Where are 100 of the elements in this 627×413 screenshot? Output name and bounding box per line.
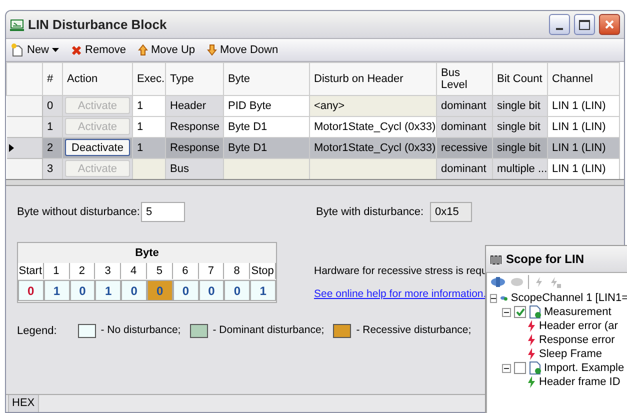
legend-text: - Recessive disturbance; xyxy=(356,322,472,338)
down-arrow-icon xyxy=(207,44,218,56)
table-cell: LIN 1 (LIN) xyxy=(548,116,620,138)
table-cell: dominant xyxy=(436,158,492,179)
bit-value: 1 xyxy=(104,282,112,300)
tree-item[interactable]: Header frame ID xyxy=(539,374,620,390)
close-icon xyxy=(604,19,615,30)
new-button[interactable]: New xyxy=(10,42,60,58)
window-title: LIN Disturbance Block xyxy=(28,16,167,34)
column-label: 7 xyxy=(198,263,224,279)
column-label: 6 xyxy=(172,263,199,279)
signal-icon xyxy=(490,254,503,264)
checkbox[interactable] xyxy=(514,306,526,318)
toolbar-button[interactable]: Remove xyxy=(71,42,126,58)
grid-title: Byte xyxy=(134,246,160,261)
column-header[interactable]: Channel xyxy=(548,62,620,96)
close-button[interactable] xyxy=(599,14,620,35)
table-cell: dominant xyxy=(436,116,492,138)
bit-value: 0 xyxy=(156,282,164,300)
table-cell: 1 xyxy=(132,96,166,116)
column-label: 2 xyxy=(70,263,96,279)
table-cell: 1 xyxy=(42,116,62,138)
table-cell: <any> xyxy=(310,96,436,116)
table-cell: Response xyxy=(166,138,224,158)
legend-text: - Dominant disturbance; xyxy=(212,322,324,338)
window-title: Scope for LIN xyxy=(506,251,584,268)
table-cell: Response xyxy=(166,116,224,138)
table-cell: Motor1State_Cycl (0x33) xyxy=(310,138,436,158)
help-link[interactable]: See online help for more information. xyxy=(314,286,486,302)
toolbar-button[interactable]: Move Up xyxy=(138,42,196,58)
table-cell: multiple ... xyxy=(492,158,548,179)
legend-text: - No disturbance; xyxy=(100,322,181,338)
checkbox[interactable] xyxy=(514,362,526,374)
expander-icon[interactable] xyxy=(490,294,497,302)
toolbar-button[interactable]: Move Down xyxy=(207,42,278,58)
dropdown-caret-icon xyxy=(52,48,60,52)
column-header[interactable]: Bit Count xyxy=(492,62,548,96)
minimize-button[interactable] xyxy=(549,14,570,35)
table-cell: 0 xyxy=(42,96,62,116)
bit-value: 0 xyxy=(182,282,190,300)
table-cell: LIN 1 (LIN) xyxy=(548,138,620,158)
table-cell: dominant xyxy=(436,96,492,116)
column-label: 4 xyxy=(121,263,147,279)
table-cell: Header xyxy=(166,96,224,116)
table-cell: Bus xyxy=(166,158,224,179)
status-tab[interactable]: HEX xyxy=(8,395,39,412)
table-cell: Byte D1 xyxy=(224,116,310,138)
table-cell: 1 xyxy=(132,116,166,138)
table-cell: 2 xyxy=(42,138,62,158)
maximize-button[interactable] xyxy=(574,14,595,35)
column-label: 1 xyxy=(44,263,70,279)
table-cell: single bit xyxy=(492,116,548,138)
table-cell: Motor1State_Cycl (0x33) xyxy=(310,116,436,138)
tree-item[interactable]: Header error (ar xyxy=(539,318,618,334)
column-header[interactable]: Disturb on Header xyxy=(310,62,436,96)
bit-value: 0 xyxy=(234,282,241,300)
bit-value: 0 xyxy=(130,282,138,300)
bit-value: 0 xyxy=(79,282,86,300)
byte-input-field[interactable]: 5 xyxy=(141,202,185,222)
lightning-icon xyxy=(526,376,536,388)
table-cell: 1 xyxy=(132,138,166,158)
table-cell: single bit xyxy=(492,96,548,116)
column-label: 8 xyxy=(224,263,250,279)
lightning-icon xyxy=(526,348,536,360)
action-button[interactable]: Deactivate xyxy=(65,139,130,156)
column-header[interactable]: # xyxy=(42,62,62,96)
connect-icon[interactable] xyxy=(490,276,506,288)
column-header[interactable]: Exec. xyxy=(132,62,166,96)
bit-value: 1 xyxy=(53,282,60,300)
expander-icon[interactable] xyxy=(502,308,511,316)
bit-value: 1 xyxy=(260,282,266,300)
tree-item[interactable]: Import. Example xyxy=(544,360,624,376)
column-header[interactable]: Bus Level xyxy=(436,62,492,96)
field-label: Byte with disturbance: xyxy=(316,204,425,220)
tree-item[interactable]: Response error xyxy=(539,332,615,348)
new-document-icon xyxy=(10,43,24,57)
table-cell: LIN 1 (LIN) xyxy=(548,96,620,116)
expander-icon[interactable] xyxy=(502,364,511,372)
table-cell: PID Byte xyxy=(224,96,310,116)
column-header[interactable]: Type xyxy=(166,62,224,96)
tree-item[interactable]: Measurement xyxy=(544,304,612,320)
table-cell: Byte D1 xyxy=(224,138,310,158)
table-cell: recessive xyxy=(436,138,492,158)
lightning-icon xyxy=(526,334,536,346)
column-label: Start xyxy=(18,263,44,279)
column-label: Stop xyxy=(250,263,276,279)
column-header[interactable]: Byte xyxy=(224,62,310,96)
legend-label: Legend: xyxy=(17,324,57,338)
bit-value: 0 xyxy=(208,282,215,300)
column-label: 5 xyxy=(146,263,173,279)
table-cell: single bit xyxy=(492,138,548,158)
bit-value: 0 xyxy=(28,282,34,300)
tree-item[interactable]: Sleep Frame xyxy=(539,346,602,362)
table-cell: LIN 1 (LIN) xyxy=(548,158,620,179)
column-header[interactable]: Action xyxy=(62,62,132,96)
up-arrow-icon xyxy=(138,44,148,56)
table-cell: 3 xyxy=(42,158,62,179)
column-label: 3 xyxy=(95,263,122,279)
field-label: Byte without disturbance: xyxy=(17,204,141,220)
app-icon xyxy=(10,18,24,30)
